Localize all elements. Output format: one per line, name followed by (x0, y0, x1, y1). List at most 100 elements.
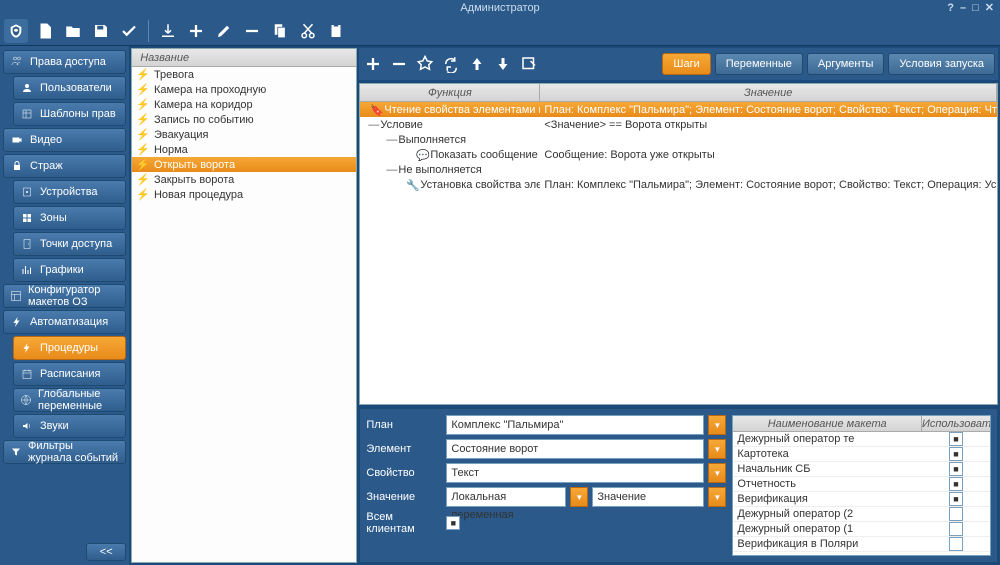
save-icon[interactable] (90, 20, 112, 42)
layout-use-checkbox[interactable] (949, 537, 963, 551)
tree-toggle-icon[interactable]: — (386, 134, 396, 146)
help-icon[interactable]: ? (947, 0, 954, 16)
calendar-icon (20, 367, 34, 381)
procedure-item[interactable]: ⚡Камера на проходную (132, 82, 356, 97)
set-icon: 🔧 (406, 179, 418, 191)
step-row[interactable]: —Условие<Значение> == Ворота открыты (360, 117, 997, 132)
minimize-icon[interactable]: – (960, 0, 966, 16)
prop-value-type-input[interactable]: Локальная переменная (446, 487, 566, 507)
sidebar-item-2[interactable]: Шаблоны прав (13, 102, 126, 126)
add-icon[interactable] (185, 20, 207, 42)
sidebar-item-1[interactable]: Пользователи (13, 76, 126, 100)
tab-1[interactable]: Переменные (715, 53, 803, 75)
layout-row[interactable]: Отчетность■ (733, 477, 990, 492)
layout-name: Картотека (733, 448, 922, 460)
prop-element-input[interactable]: Состояние ворот (446, 439, 704, 459)
sidebar-item-label: Страж (30, 160, 63, 172)
prop-plan-input[interactable]: Комплекс "Пальмира" (446, 415, 704, 435)
step-row[interactable]: 🔖Чтение свойства элементами планПлан: Ко… (360, 102, 997, 117)
layout-use-checkbox[interactable]: ■ (949, 492, 963, 506)
layouts-col-name: Наименование макета (733, 416, 922, 431)
layout-use-checkbox[interactable]: ■ (949, 447, 963, 461)
prop-value-type-dropdown[interactable]: ▼ (570, 487, 588, 507)
sidebar-item-8[interactable]: Графики (13, 258, 126, 282)
sidebar-item-4[interactable]: Страж (3, 154, 126, 178)
step-row[interactable]: 💬Показать сообщениеСообщение: Ворота уже… (360, 147, 997, 162)
cut-icon[interactable] (297, 20, 319, 42)
prop-plan-dropdown[interactable]: ▼ (708, 415, 726, 435)
sidebar-item-13[interactable]: Глобальные переменные (13, 388, 126, 412)
apply-icon[interactable] (118, 20, 140, 42)
camera-icon (10, 133, 24, 147)
edit-icon[interactable] (213, 20, 235, 42)
procedure-item[interactable]: ⚡Эвакуация (132, 127, 356, 142)
prop-value-dropdown[interactable]: ▼ (708, 487, 726, 507)
layout-row[interactable]: Начальник СБ■ (733, 462, 990, 477)
procedure-item[interactable]: ⚡Норма (132, 142, 356, 157)
layout-row[interactable]: Верификация■ (733, 492, 990, 507)
sidebar-item-label: Пользователи (40, 82, 112, 94)
remove-icon[interactable] (241, 20, 263, 42)
layout-use-checkbox[interactable]: ■ (949, 477, 963, 491)
tab-0[interactable]: Шаги (662, 53, 710, 75)
layout-use-checkbox[interactable] (949, 522, 963, 536)
sound-icon (20, 419, 34, 433)
procedure-item[interactable]: ⚡Новая процедура (132, 187, 356, 202)
procedure-item[interactable]: ⚡Открыть ворота (132, 157, 356, 172)
procedure-item[interactable]: ⚡Камера на коридор (132, 97, 356, 112)
sidebar-collapse-button[interactable]: << (86, 543, 126, 561)
step-row[interactable]: —Выполняется (360, 132, 997, 147)
step-remove-icon[interactable] (388, 53, 410, 75)
sidebar-item-9[interactable]: Конфигуратор макетов ОЗ (3, 284, 126, 308)
layout-row[interactable]: Картотека ■ (733, 447, 990, 462)
open-folder-icon[interactable] (62, 20, 84, 42)
step-refresh-icon[interactable] (440, 53, 462, 75)
step-up-icon[interactable] (466, 53, 488, 75)
tree-toggle-icon[interactable]: — (368, 119, 378, 131)
procedure-item[interactable]: ⚡Запись по событию (132, 112, 356, 127)
sidebar-item-7[interactable]: Точки доступа (13, 232, 126, 256)
prop-allclients-checkbox[interactable]: ■ (446, 516, 460, 530)
procedure-item[interactable]: ⚡Тревога (132, 67, 356, 82)
sidebar-item-6[interactable]: Зоны (13, 206, 126, 230)
sidebar-item-10[interactable]: Автоматизация (3, 310, 126, 334)
step-add-icon[interactable] (362, 53, 384, 75)
new-file-icon[interactable] (34, 20, 56, 42)
sidebar-item-14[interactable]: Звуки (13, 414, 126, 438)
step-insert-icon[interactable] (518, 53, 540, 75)
close-icon[interactable]: ✕ (985, 0, 994, 16)
paste-icon[interactable] (325, 20, 347, 42)
sidebar-item-3[interactable]: Видео (3, 128, 126, 152)
sidebar-item-5[interactable]: Устройства (13, 180, 126, 204)
layout-row[interactable]: Дежурный оператор те■ (733, 432, 990, 447)
layout-use-checkbox[interactable]: ■ (949, 462, 963, 476)
step-row[interactable]: 🔧Установка свойства элементПлан: Комплек… (360, 177, 997, 192)
sidebar-item-11[interactable]: Процедуры (13, 336, 126, 360)
tab-2[interactable]: Аргументы (807, 53, 885, 75)
step-fn-icon[interactable] (414, 53, 436, 75)
procedure-label: Новая процедура (154, 189, 243, 201)
maximize-icon[interactable]: □ (972, 0, 979, 16)
tab-3[interactable]: Условия запуска (888, 53, 995, 75)
layout-row[interactable]: Верификация в Поляри (733, 537, 990, 552)
tree-toggle-icon[interactable]: — (386, 164, 396, 176)
copy-icon[interactable] (269, 20, 291, 42)
layout-row[interactable]: Дежурный оператор (2 (733, 507, 990, 522)
step-down-icon[interactable] (492, 53, 514, 75)
prop-property-dropdown[interactable]: ▼ (708, 463, 726, 483)
filter-icon (10, 445, 22, 459)
prop-element-dropdown[interactable]: ▼ (708, 439, 726, 459)
layout-use-checkbox[interactable] (949, 507, 963, 521)
sidebar-item-15[interactable]: Фильтры журнала событий (3, 440, 126, 464)
steps-col-value: Значение (540, 84, 997, 101)
sidebar-item-0[interactable]: Права доступа (3, 50, 126, 74)
procedure-item[interactable]: ⚡Закрыть ворота (132, 172, 356, 187)
step-row[interactable]: —Не выполняется (360, 162, 997, 177)
prop-value-input[interactable]: Значение (592, 487, 704, 507)
layout-use-checkbox[interactable]: ■ (949, 432, 963, 446)
prop-property-input[interactable]: Текст (446, 463, 704, 483)
sidebar-item-12[interactable]: Расписания (13, 362, 126, 386)
layout-row[interactable]: Дежурный оператор (1 (733, 522, 990, 537)
import-icon[interactable] (157, 20, 179, 42)
window-title: Администратор (460, 2, 539, 14)
